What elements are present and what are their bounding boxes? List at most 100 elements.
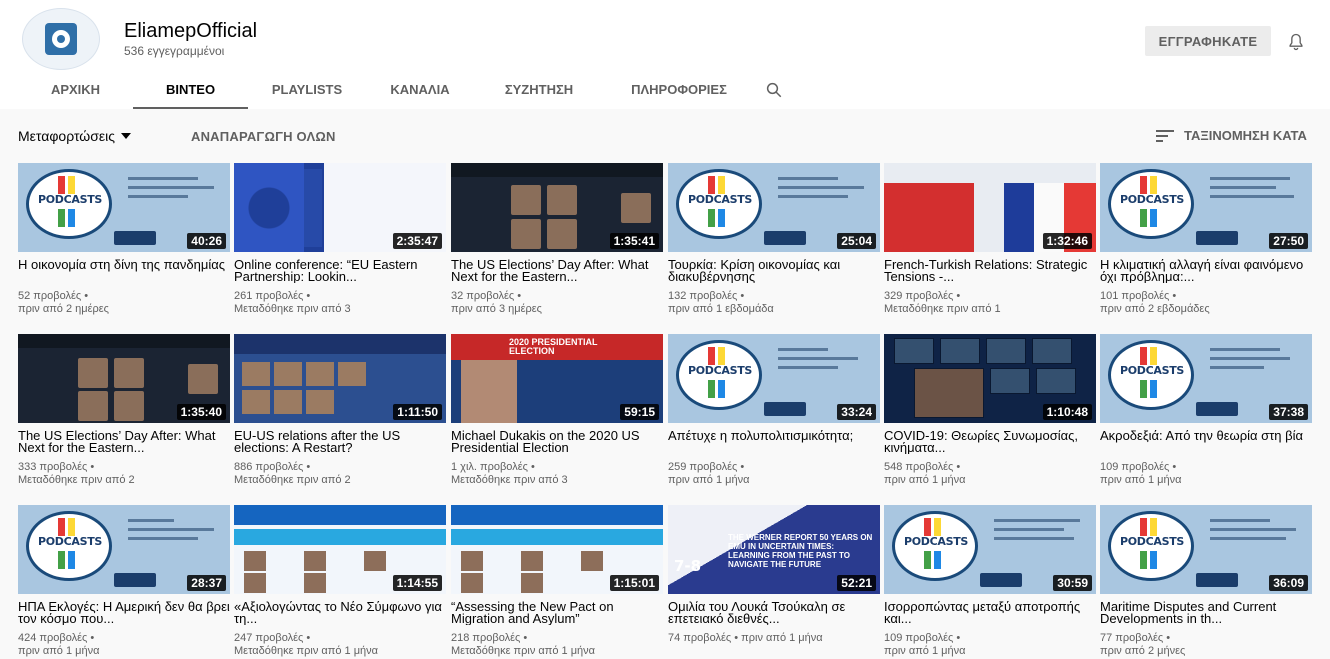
video-thumbnail[interactable]: 7-8 THE WERNER REPORT 50 YEARS ON EMU IN… [668,505,880,594]
video-views: 109 προβολές • [884,632,961,644]
video-title[interactable]: Maritime Disputes and Current Developmen… [1100,601,1312,625]
video-thumbnail[interactable]: PODCASTS 40:26 [18,163,230,252]
channel-avatar[interactable] [22,8,100,70]
tab-home[interactable]: ΑΡΧΙΚΗ [18,70,133,109]
video-age: πριν από 1 μήνα [668,474,750,486]
podcast-thumb-text: PODCASTS [37,535,103,548]
video-views: 109 προβολές • [1100,461,1177,473]
video-card[interactable]: 1:15:01 “Assessing the New Pact on Migra… [451,505,663,658]
podcast-thumb-text: PODCASTS [1119,193,1185,206]
speaker-photo [461,360,517,423]
video-title[interactable]: COVID-19: Θεωρίες Συνωμοσίας, κινήματα..… [884,430,1096,454]
video-card[interactable]: 2:35:47 Online conference: “EU Eastern P… [234,163,446,316]
video-thumbnail[interactable]: 2:35:47 [234,163,446,252]
video-card[interactable]: 1:10:48 COVID-19: Θεωρίες Συνωμοσίας, κι… [884,334,1096,487]
channel-search-button[interactable] [754,70,794,109]
video-duration: 1:35:40 [176,404,226,420]
subscriber-count: 536 εγγεγραμμένοι [124,44,225,58]
video-title[interactable]: Online conference: “EU Eastern Partnersh… [234,259,446,283]
video-card[interactable]: 7-8 THE WERNER REPORT 50 YEARS ON EMU IN… [668,505,880,645]
channel-header: EliamepOfficial 536 εγγεγραμμένοι ΕΓΓΡΑΦ… [0,0,1330,109]
uploads-dropdown[interactable]: Μεταφορτώσεις [18,128,131,144]
video-age: Μεταδόθηκε πριν από 3 [234,303,351,315]
video-title[interactable]: ΗΠΑ Εκλογές: Η Αμερική δεν θα βρει τον κ… [18,601,230,625]
video-card[interactable]: PODCASTS 25:04 Τουρκία: Κρίση οικονομίας… [668,163,880,316]
video-views: 424 προβολές • [18,632,95,644]
tab-videos[interactable]: ΒΙΝΤΕΟ [133,70,248,109]
video-thumbnail[interactable]: PODCASTS 28:37 [18,505,230,594]
video-card[interactable]: PODCASTS 30:59 Ισορροπώντας μεταξύ αποτρ… [884,505,1096,658]
subscribed-button[interactable]: ΕΓΓΡΑΦΗΚΑΤΕ [1145,26,1271,56]
podcast-thumb-text: PODCASTS [687,364,753,377]
notification-bell-icon[interactable] [1286,32,1306,52]
video-age: Μεταδόθηκε πριν από 2 [234,474,351,486]
tab-playlists[interactable]: PLAYLISTS [248,70,366,109]
video-title[interactable]: Ακροδεξιά: Από την θεωρία στη βία [1100,430,1312,454]
video-title[interactable]: Michael Dukakis on the 2020 US President… [451,430,663,454]
video-title[interactable]: Απέτυχε η πολυπολιτισμικότητα; [668,430,880,454]
video-thumbnail[interactable]: PODCASTS 30:59 [884,505,1096,594]
video-card[interactable]: PODCASTS 36:09 Maritime Disputes and Cur… [1100,505,1312,658]
video-card[interactable]: 1:35:41 The US Elections’ Day After: Wha… [451,163,663,316]
video-card[interactable]: PODCASTS 40:26 Η οικονομία στη δίνη της … [18,163,230,316]
tab-channels[interactable]: ΚΑΝΑΛΙΑ [366,70,474,109]
uploads-label: Μεταφορτώσεις [18,128,115,144]
video-thumbnail[interactable]: 1:15:01 [451,505,663,594]
video-title[interactable]: Ομιλία του Λουκά Τσούκαλη σε επετειακό δ… [668,601,880,625]
video-card[interactable]: 1:32:46 French-Turkish Relations: Strate… [884,163,1096,316]
tab-discussion[interactable]: ΣΥΖΗΤΗΣΗ [474,70,604,109]
video-card[interactable]: 1:11:50 EU-US relations after the US ele… [234,334,446,487]
video-age: Μεταδόθηκε πριν από 2 [18,474,135,486]
video-duration: 30:59 [1053,575,1092,591]
video-card[interactable]: 2020 PRESIDENTIAL ELECTION 59:15 Michael… [451,334,663,487]
video-title[interactable]: Τουρκία: Κρίση οικονομίας και διακυβέρνη… [668,259,880,283]
podcast-thumb-text: PODCASTS [1119,364,1185,377]
video-card[interactable]: 1:14:55 «Αξιολογώντας το Νέο Σύμφωνο για… [234,505,446,658]
video-thumbnail[interactable]: 1:14:55 [234,505,446,594]
video-age: πριν από 1 εβδομάδα [668,303,774,315]
video-thumbnail[interactable]: 1:11:50 [234,334,446,423]
podcast-thumb-text: PODCASTS [687,193,753,206]
video-title[interactable]: Η οικονομία στη δίνη της πανδημίας [18,259,230,283]
tab-about[interactable]: ΠΛΗΡΟΦΟΡΙΕΣ [604,70,754,109]
video-title[interactable]: «Αξιολογώντας το Νέο Σύμφωνο για τη... [234,601,446,625]
video-thumbnail[interactable]: 2020 PRESIDENTIAL ELECTION 59:15 [451,334,663,423]
video-thumbnail[interactable]: PODCASTS 33:24 [668,334,880,423]
video-views: 548 προβολές • [884,461,961,473]
video-card[interactable]: PODCASTS 28:37 ΗΠΑ Εκλογές: Η Αμερική δε… [18,505,230,658]
sort-label: ΤΑΞΙΝΟΜΗΣΗ ΚΑΤΑ [1184,128,1307,143]
video-duration: 25:04 [837,233,876,249]
eliamep-logo-icon [45,23,77,55]
video-card[interactable]: PODCASTS 37:38 Ακροδεξιά: Από την θεωρία… [1100,334,1312,487]
video-thumbnail[interactable]: 1:35:41 [451,163,663,252]
video-card[interactable]: PODCASTS 33:24 Απέτυχε η πολυπολιτισμικό… [668,334,880,487]
video-thumbnail[interactable]: 1:32:46 [884,163,1096,252]
podcast-thumb-text: PODCASTS [37,193,103,206]
channel-name: EliamepOfficial [124,20,258,42]
caret-down-icon [120,133,131,139]
video-card[interactable]: PODCASTS 27:50 Η κλιματική αλλαγή είναι … [1100,163,1312,316]
play-all-button[interactable]: ΑΝΑΠΑΡΑΓΩΓΗ ΟΛΩΝ [191,129,336,144]
channel-tabs: ΑΡΧΙΚΗ ΒΙΝΤΕΟ PLAYLISTS ΚΑΝΑΛΙΑ ΣΥΖΗΤΗΣΗ… [18,70,794,109]
video-title[interactable]: The US Elections’ Day After: What Next f… [18,430,230,454]
video-thumbnail[interactable]: PODCASTS 27:50 [1100,163,1312,252]
video-thumbnail[interactable]: 1:10:48 [884,334,1096,423]
video-views: 101 προβολές • [1100,290,1177,302]
election-heading: 2020 PRESIDENTIAL ELECTION [509,337,598,356]
video-thumbnail[interactable]: 1:35:40 [18,334,230,423]
video-title[interactable]: The US Elections’ Day After: What Next f… [451,259,663,283]
video-title[interactable]: Ισορροπώντας μεταξύ αποτροπής και... [884,601,1096,625]
video-age: Μεταδόθηκε πριν από 1 μήνα [234,645,379,657]
video-thumbnail[interactable]: PODCASTS 37:38 [1100,334,1312,423]
sort-by-button[interactable]: ΤΑΞΙΝΟΜΗΣΗ ΚΑΤΑ [1156,128,1307,143]
werner-title: THE WERNER REPORT 50 YEARS ON EMU IN UNC… [728,533,873,569]
video-thumbnail[interactable]: PODCASTS 25:04 [668,163,880,252]
video-thumbnail[interactable]: PODCASTS 36:09 [1100,505,1312,594]
video-title[interactable]: French-Turkish Relations: Strategic Tens… [884,259,1096,283]
video-views: 259 προβολές • [668,461,745,473]
video-title[interactable]: EU-US relations after the US elections: … [234,430,446,454]
video-title[interactable]: Η κλιματική αλλαγή είναι φαινόμενο όχι π… [1100,259,1312,283]
video-title[interactable]: “Assessing the New Pact on Migration and… [451,601,663,625]
video-card[interactable]: 1:35:40 The US Elections’ Day After: Wha… [18,334,230,487]
video-duration: 28:37 [187,575,226,591]
